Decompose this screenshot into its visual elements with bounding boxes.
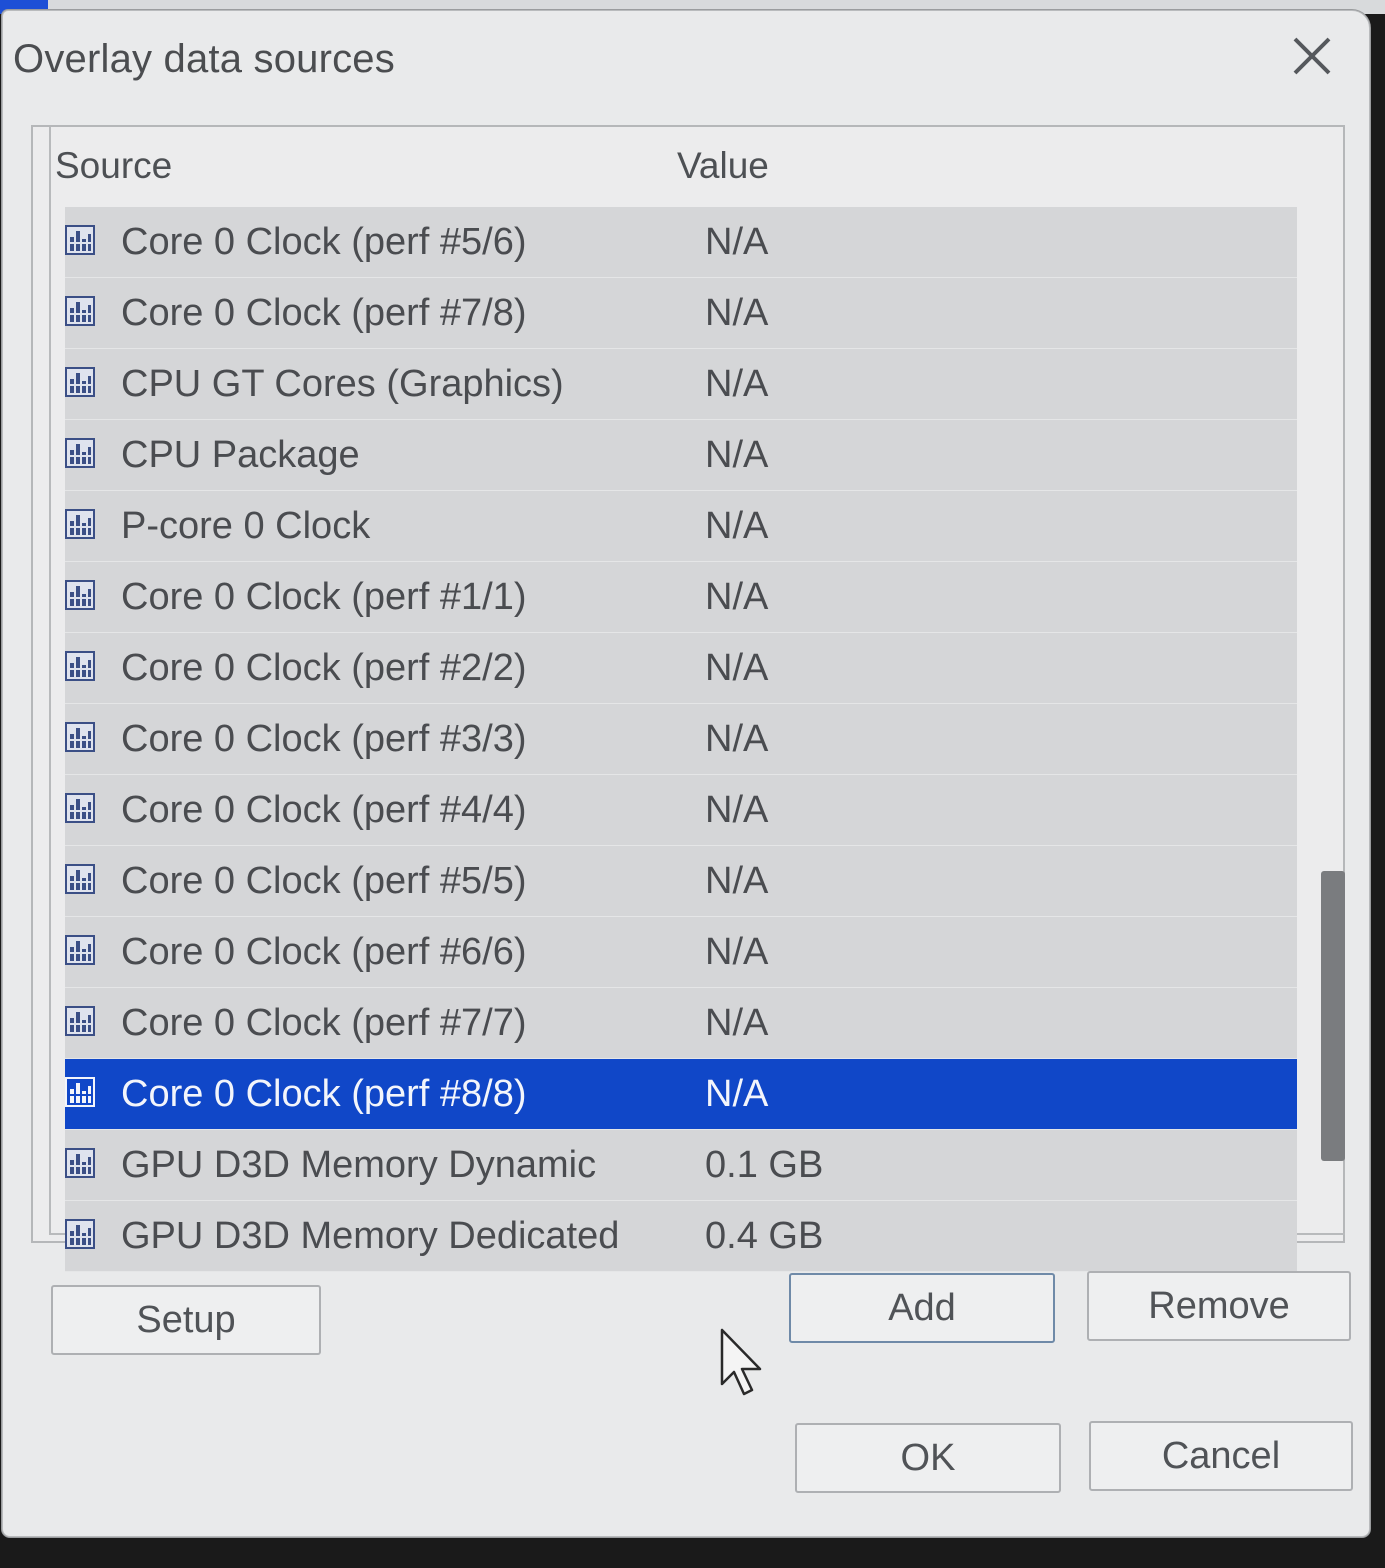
sensor-chart-icon (65, 651, 95, 681)
sensor-chart-icon (65, 1006, 95, 1036)
column-header-source[interactable]: Source (55, 145, 172, 187)
sensor-chart-icon (65, 864, 95, 894)
source-name: CPU GT Cores (Graphics) (121, 363, 564, 405)
list-item[interactable]: GPU D3D Memory Dedicated 0.4 GB (65, 1201, 1297, 1272)
scrollbar-thumb[interactable] (1321, 871, 1345, 1161)
source-value: N/A (705, 1073, 769, 1115)
source-value: N/A (705, 647, 769, 689)
source-name: Core 0 Clock (perf #4/4) (121, 789, 527, 831)
sensor-chart-icon (65, 722, 95, 752)
remove-button[interactable]: Remove (1087, 1271, 1351, 1341)
source-value: N/A (705, 1002, 769, 1044)
source-value: N/A (705, 789, 769, 831)
list-item[interactable]: Core 0 Clock (perf #3/3) N/A (65, 704, 1297, 775)
list-item[interactable]: Core 0 Clock (perf #1/1) N/A (65, 562, 1297, 633)
close-icon (1293, 37, 1331, 75)
source-value: N/A (705, 931, 769, 973)
list-item[interactable]: Core 0 Clock (perf #5/6) N/A (65, 207, 1297, 278)
list-item[interactable]: P-core 0 Clock N/A (65, 491, 1297, 562)
ok-button[interactable]: OK (795, 1423, 1061, 1493)
list-item[interactable]: Core 0 Clock (perf #6/6) N/A (65, 917, 1297, 988)
source-name: GPU D3D Memory Dynamic (121, 1144, 597, 1186)
sensor-chart-icon (65, 225, 95, 255)
sensor-chart-icon (65, 1077, 95, 1107)
overlay-data-sources-dialog: Overlay data sources Source Value Core 0… (2, 10, 1370, 1537)
sensor-chart-icon (65, 793, 95, 823)
sensor-chart-icon (65, 1219, 95, 1249)
sensor-chart-icon (65, 438, 95, 468)
column-header-value[interactable]: Value (677, 145, 769, 187)
sources-rows: Core 0 Clock (perf #5/6) N/A Core 0 Clock … (65, 207, 1297, 1272)
source-value: N/A (705, 505, 769, 547)
sensor-chart-icon (65, 1148, 95, 1178)
sources-list-inner: Source Value Core 0 Clock (perf #5/6) N/A… (49, 127, 1345, 1272)
sensor-chart-icon (65, 935, 95, 965)
source-name: Core 0 Clock (perf #3/3) (121, 718, 527, 760)
setup-button[interactable]: Setup (51, 1285, 321, 1355)
source-value: N/A (705, 576, 769, 618)
list-item[interactable]: Core 0 Clock (perf #5/5) N/A (65, 846, 1297, 917)
list-item[interactable]: CPU GT Cores (Graphics) N/A (65, 349, 1297, 420)
sensor-chart-icon (65, 296, 95, 326)
source-name: Core 0 Clock (perf #8/8) (121, 1073, 527, 1115)
source-name: GPU D3D Memory Dedicated (121, 1215, 620, 1257)
list-item[interactable]: CPU Package N/A (65, 420, 1297, 491)
source-value: N/A (705, 434, 769, 476)
source-name: Core 0 Clock (perf #2/2) (121, 647, 527, 689)
source-name: CPU Package (121, 434, 360, 476)
list-item[interactable]: Core 0 Clock (perf #7/7) N/A (65, 988, 1297, 1059)
source-name: Core 0 Clock (perf #6/6) (121, 931, 527, 973)
sensor-chart-icon (65, 580, 95, 610)
sources-listbox[interactable]: Source Value Core 0 Clock (perf #5/6) N/A… (31, 125, 1345, 1272)
add-button[interactable]: Add (789, 1273, 1055, 1343)
source-name: Core 0 Clock (perf #5/6) (121, 221, 527, 263)
source-value: 0.4 GB (705, 1215, 824, 1257)
list-item[interactable]: GPU D3D Memory Dynamic 0.1 GB (65, 1130, 1297, 1201)
list-item[interactable]: Core 0 Clock (perf #8/8) N/A (65, 1059, 1297, 1130)
list-item[interactable]: Core 0 Clock (perf #2/2) N/A (65, 633, 1297, 704)
sensor-chart-icon (65, 367, 95, 397)
source-name: Core 0 Clock (perf #7/8) (121, 292, 527, 334)
mouse-pointer-icon (720, 1328, 762, 1396)
list-item[interactable]: Core 0 Clock (perf #4/4) N/A (65, 775, 1297, 846)
close-button[interactable] (1287, 31, 1337, 81)
cancel-button[interactable]: Cancel (1089, 1421, 1353, 1491)
source-name: Core 0 Clock (perf #1/1) (121, 576, 527, 618)
source-value: N/A (705, 718, 769, 760)
list-item[interactable]: Core 0 Clock (perf #7/8) N/A (65, 278, 1297, 349)
source-value: N/A (705, 221, 769, 263)
source-value: N/A (705, 860, 769, 902)
source-name: P-core 0 Clock (121, 505, 371, 547)
source-name: Core 0 Clock (perf #7/7) (121, 1002, 527, 1044)
source-value: N/A (705, 292, 769, 334)
source-value: 0.1 GB (705, 1144, 824, 1186)
sensor-chart-icon (65, 509, 95, 539)
source-value: N/A (705, 363, 769, 405)
dialog-title: Overlay data sources (13, 37, 395, 81)
source-name: Core 0 Clock (perf #5/5) (121, 860, 527, 902)
